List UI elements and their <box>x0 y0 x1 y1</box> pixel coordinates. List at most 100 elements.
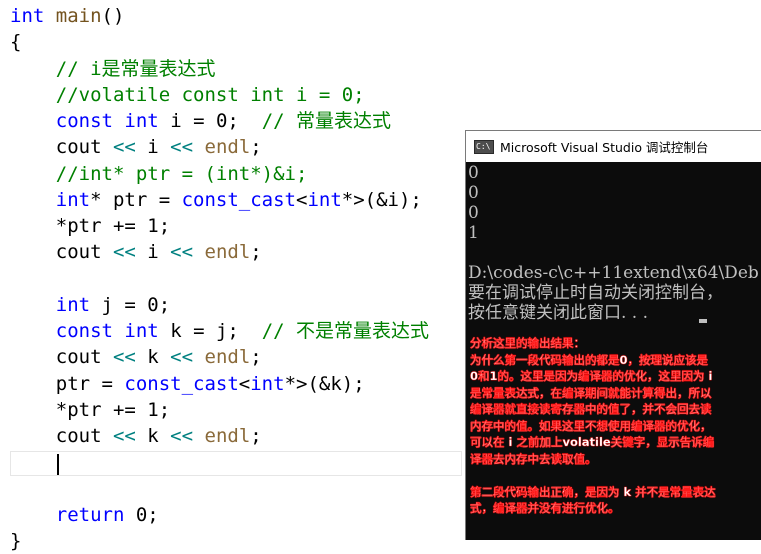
code-token: int <box>250 372 285 395</box>
code-token: i <box>135 241 171 264</box>
code-token: } <box>10 530 22 552</box>
console-cursor <box>699 319 707 323</box>
code-token: << <box>170 346 194 369</box>
code-token: //volatile const int i = 0; <box>55 83 365 106</box>
code-token: << <box>112 346 136 369</box>
code-token: endl <box>204 241 251 264</box>
code-token: *ptr += 1; <box>10 215 171 237</box>
code-token: const_cast <box>181 188 296 211</box>
code-token: // 常量表达式 <box>261 110 392 132</box>
code-token: j = 0; <box>90 293 171 316</box>
code-token: << <box>170 241 194 264</box>
current-line-highlight <box>10 451 462 476</box>
code-token: * ptr = <box>90 188 182 211</box>
code-line: *ptr += 1; <box>10 397 170 423</box>
code-line: // i是常量表达式 <box>10 56 216 82</box>
code-token: () <box>101 5 125 27</box>
code-token: *>(&i); <box>341 188 422 211</box>
code-token: ; <box>250 425 262 447</box>
code-token: // i是常量表达式 <box>55 57 216 80</box>
code-token: << <box>112 241 136 264</box>
code-line: //int* ptr = (int*)&i; <box>10 161 308 187</box>
code-line: cout << i << endl; <box>10 239 262 265</box>
annotation-line: 第二段代码输出正确，是因为 k 并不是常量表达 <box>470 484 716 499</box>
analysis-annotation: 分析这里的输出结果： 为什么第一段代码输出的都是0，按理说应该是 0和1的。这里是因… <box>470 335 761 517</box>
code-line: int j = 0; <box>10 292 170 318</box>
code-token: endl <box>204 136 251 159</box>
code-token: // 不是常量表达式 <box>261 320 430 342</box>
code-token: const <box>55 320 113 342</box>
console-output-line: 0 <box>468 203 479 223</box>
console-output-line: 1 <box>468 223 479 243</box>
annotation-line: 编译器就直接读寄存器中的值了，并不会回去读 <box>470 402 712 416</box>
code-token: << <box>112 136 136 159</box>
code-token: ptr = <box>10 372 125 395</box>
code-line: *ptr += 1; <box>10 213 170 239</box>
console-output-line: 要在调试停止时自动关闭控制台， <box>468 283 723 303</box>
console-output-line: 0 <box>468 183 479 203</box>
code-token: const <box>55 110 113 132</box>
code-token: << <box>170 136 194 159</box>
code-token: k <box>135 425 171 447</box>
code-token: cout <box>10 241 113 264</box>
code-token: i <box>135 136 171 159</box>
console-title: Microsoft Visual Studio 调试控制台 <box>500 140 709 155</box>
code-token: cout <box>10 425 113 447</box>
annotation-line: 0和1的。这里是因为编译器的优化，这里因为 i <box>470 369 713 383</box>
annotation-line <box>470 467 761 484</box>
code-token: k = j; <box>158 320 262 342</box>
annotation-line: 为什么第一段代码输出的都是0，按理说应该是 <box>470 352 708 367</box>
text-caret <box>57 454 59 475</box>
console-output-line: 按任意键关闭此窗口. . . <box>468 303 649 323</box>
console-app-icon: C:\ <box>474 139 494 154</box>
code-token: main <box>55 5 102 27</box>
code-token: << <box>112 425 136 447</box>
code-token: int <box>55 188 91 211</box>
code-line: cout << i << endl; <box>10 134 262 160</box>
code-token: ; <box>250 346 262 369</box>
code-token: int <box>55 293 91 316</box>
annotation-line: 内存中的值。如果这里不想使用编译器的优化， <box>470 418 712 433</box>
code-token: cout <box>10 136 113 159</box>
code-line: const int i = 0; // 常量表达式 <box>10 108 391 134</box>
console-titlebar[interactable]: C:\ Microsoft Visual Studio 调试控制台 <box>466 131 761 162</box>
code-token: ; <box>250 241 262 264</box>
code-token: endl <box>204 346 251 369</box>
code-token: const_cast <box>124 372 239 395</box>
code-token: ; <box>250 136 262 159</box>
annotation-line: 可以在 i 之前加上volatile关键字，显示告诉编 <box>470 435 715 449</box>
code-token: //int* ptr = (int*)&i; <box>55 162 308 185</box>
code-token: << <box>170 425 194 447</box>
code-token: *ptr += 1; <box>10 398 171 421</box>
code-token: int <box>124 320 159 342</box>
code-token: i = 0; <box>158 110 262 132</box>
code-token: return <box>55 503 125 526</box>
code-line: { <box>10 29 21 55</box>
code-line: int main() <box>10 3 124 29</box>
code-token: { <box>10 31 22 54</box>
code-token: cout <box>10 346 113 369</box>
code-line: ptr = const_cast<int*>(&k); <box>10 371 365 397</box>
console-output-line: 0 <box>468 163 479 183</box>
code-token: int <box>124 110 159 132</box>
code-line: } <box>10 528 21 554</box>
code-line: cout << k << endl; <box>10 344 262 370</box>
code-token: endl <box>204 425 251 447</box>
annotation-line: 分析这里的输出结果： <box>470 336 585 350</box>
code-token: *>(&k); <box>284 372 365 395</box>
annotation-line: 是常量表达式，在编译期间就能计算得出，所以 <box>470 385 712 400</box>
